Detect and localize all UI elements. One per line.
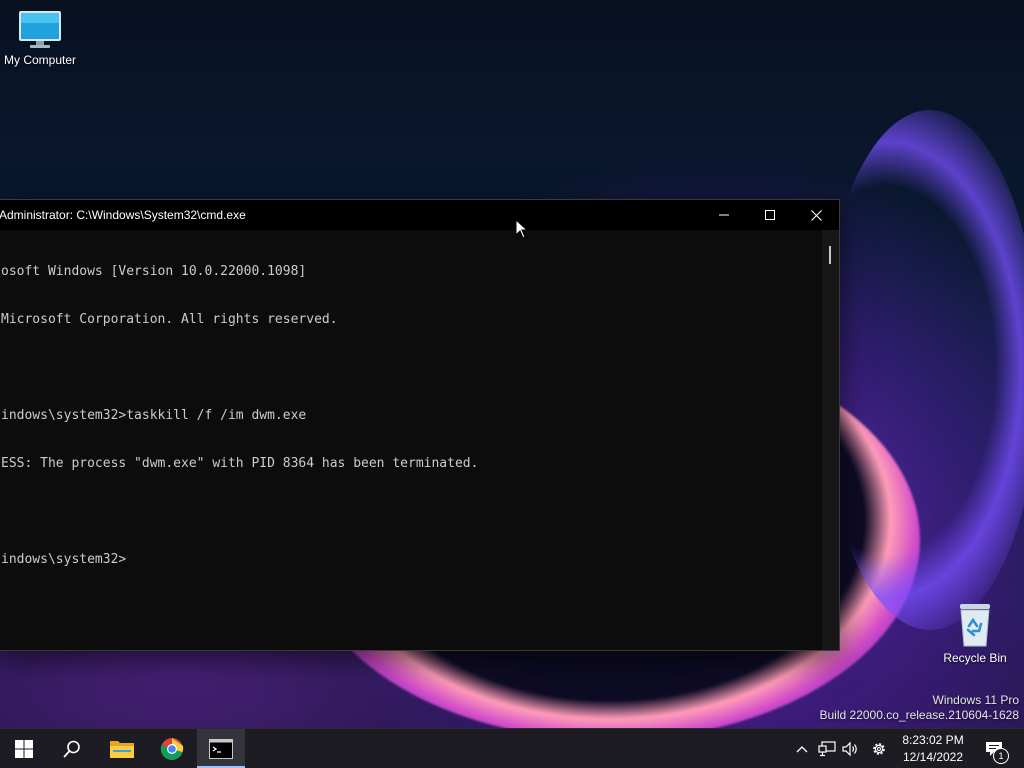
console-prompt: indows\system32> <box>1 552 127 567</box>
window-title: Administrator: C:\Windows\System32\cmd.e… <box>0 208 246 222</box>
maximize-icon <box>765 210 775 220</box>
desktop: My Computer Recycle Bin Administrator: C… <box>0 0 1024 768</box>
start-icon <box>15 740 33 758</box>
notification-count-badge: 1 <box>993 748 1009 764</box>
gear-icon <box>873 743 885 755</box>
maximize-button[interactable] <box>747 200 793 230</box>
volume-tray-button[interactable] <box>841 739 861 759</box>
clock-time: 8:23:02 PM <box>902 733 964 747</box>
desktop-icon-my-computer[interactable]: My Computer <box>0 10 80 67</box>
settings-tray-button[interactable] <box>869 739 889 759</box>
console-line: ESS: The process "dwm.exe" with PID 8364… <box>1 456 479 471</box>
recycle-bin-icon <box>960 604 990 647</box>
vertical-scrollbar[interactable] <box>822 230 839 650</box>
console-line: osoft Windows [Version 10.0.22000.1098] <box>1 264 307 279</box>
desktop-icon-label: Recycle Bin <box>943 651 1007 665</box>
watermark-edition: Windows 11 Pro <box>932 693 1019 707</box>
monitor-icon <box>19 11 61 48</box>
close-icon <box>810 209 822 221</box>
speaker-icon <box>842 741 857 757</box>
console-line: Microsoft Corporation. All rights reserv… <box>1 312 338 327</box>
start-button[interactable] <box>0 729 48 768</box>
chrome-button[interactable] <box>148 729 196 768</box>
minimize-icon <box>719 214 729 216</box>
mouse-cursor-icon <box>515 219 529 239</box>
wallpaper-bloom-edge <box>820 110 1024 630</box>
console-output[interactable]: osoft Windows [Version 10.0.22000.1098] … <box>0 230 824 650</box>
taskbar-clock[interactable]: 8:23:02 PM 12/14/2022 <box>895 732 971 766</box>
clock-date: 12/14/2022 <box>902 750 964 764</box>
cmd-window[interactable]: Administrator: C:\Windows\System32\cmd.e… <box>0 199 840 651</box>
desktop-icon-recycle-bin[interactable]: Recycle Bin <box>935 602 1015 665</box>
network-tray-button[interactable] <box>817 739 837 759</box>
window-titlebar[interactable]: Administrator: C:\Windows\System32\cmd.e… <box>0 200 839 230</box>
console-line: indows\system32>taskkill /f /im dwm.exe <box>1 408 307 423</box>
minimize-button[interactable] <box>701 200 747 230</box>
close-button[interactable] <box>793 200 839 230</box>
search-button[interactable] <box>48 729 96 768</box>
cmd-icon <box>209 739 233 759</box>
taskbar: 8:23:02 PM 12/14/2022 1 <box>0 728 1024 768</box>
windows-watermark: Windows 11 Pro Build 22000.co_release.21… <box>820 693 1020 723</box>
cmd-taskbar-button[interactable] <box>197 729 245 768</box>
scrollbar-thumb[interactable] <box>829 246 831 264</box>
search-icon <box>63 740 80 758</box>
show-hidden-icons-button[interactable] <box>792 739 812 759</box>
network-icon <box>818 741 836 757</box>
watermark-build: Build 22000.co_release.210604-1628 <box>819 708 1020 722</box>
chrome-icon <box>160 738 184 760</box>
file-explorer-icon <box>110 741 134 758</box>
chevron-up-icon <box>796 746 808 753</box>
file-explorer-button[interactable] <box>98 729 146 768</box>
desktop-icon-label: My Computer <box>3 53 77 67</box>
